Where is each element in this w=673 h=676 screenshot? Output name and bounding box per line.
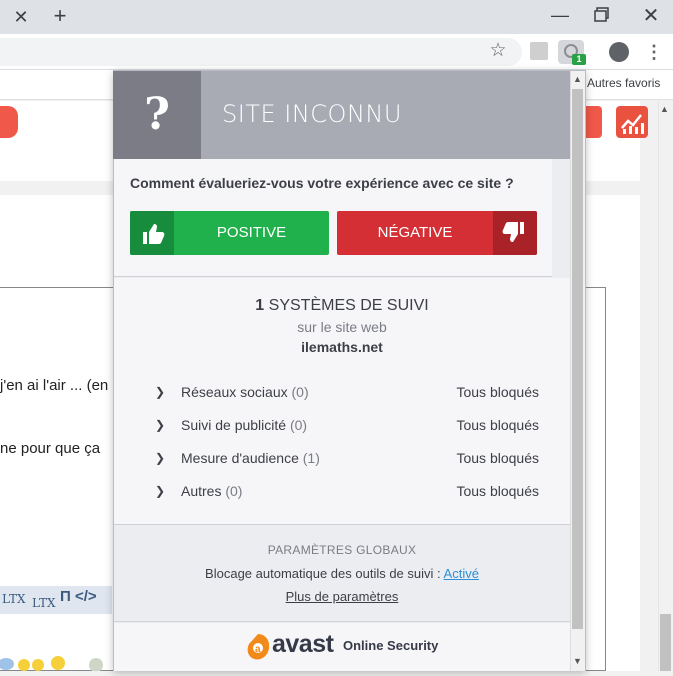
rating-question: Comment évalueriez-vous votre expérience… bbox=[130, 175, 514, 191]
latex-button[interactable]: LTX bbox=[2, 592, 26, 606]
latex-button[interactable]: LTX bbox=[32, 596, 56, 610]
thumbs-up-icon[interactable] bbox=[130, 211, 174, 255]
avast-product-name: Online Security bbox=[343, 638, 439, 653]
extension-badge: 1 bbox=[572, 54, 586, 65]
auto-block-line: Blocage automatique des outils de suivi … bbox=[205, 566, 479, 581]
restore-icon bbox=[594, 7, 609, 22]
address-bar[interactable] bbox=[0, 38, 522, 66]
tracker-row-social[interactable]: ❯ Réseaux sociaux (0) Tous bloqués bbox=[155, 380, 545, 404]
pdf-extension-icon[interactable] bbox=[530, 42, 548, 60]
chevron-right-icon[interactable]: ❯ bbox=[155, 479, 165, 503]
negative-button-label[interactable]: NÉGATIVE bbox=[337, 211, 493, 255]
tracker-status: Tous bloqués bbox=[456, 450, 539, 466]
page-chart-button[interactable] bbox=[616, 106, 648, 138]
tracking-subtitle: sur le site web bbox=[297, 319, 387, 335]
window-close-button[interactable]: ✕ bbox=[640, 3, 662, 27]
new-tab-button[interactable]: + bbox=[48, 5, 72, 29]
latex-button[interactable]: Π </> bbox=[60, 588, 97, 605]
svg-text:a: a bbox=[255, 644, 261, 655]
tab-close-icon[interactable]: ✕ bbox=[8, 6, 34, 28]
emoji-row bbox=[0, 650, 112, 672]
window-minimize-button[interactable]: — bbox=[548, 5, 572, 27]
bookmark-star-icon[interactable]: ☆ bbox=[487, 40, 509, 62]
chevron-right-icon[interactable]: ❯ bbox=[155, 446, 165, 470]
page-scrollbar[interactable] bbox=[658, 101, 673, 671]
scroll-up-arrow-icon[interactable]: ▲ bbox=[660, 104, 669, 114]
tracker-status: Tous bloqués bbox=[456, 483, 539, 499]
auto-block-toggle-link[interactable]: Activé bbox=[444, 566, 479, 581]
positive-button-label[interactable]: POSITIVE bbox=[174, 211, 329, 255]
tab-strip bbox=[0, 0, 673, 34]
page-text-line: j'en ai l'air ... (en bbox=[0, 377, 109, 394]
chart-icon bbox=[621, 114, 644, 134]
scroll-down-arrow-icon[interactable]: ▼ bbox=[573, 656, 582, 666]
scroll-up-arrow-icon[interactable]: ▲ bbox=[573, 74, 582, 84]
browser-menu-icon[interactable]: ⋮ bbox=[645, 40, 663, 64]
global-settings-title: PARAMÈTRES GLOBAUX bbox=[267, 543, 417, 557]
window-restore-button[interactable] bbox=[594, 7, 612, 23]
unknown-site-icon: ? bbox=[113, 71, 201, 159]
page-text-line: ne pour que ça bbox=[0, 440, 101, 457]
tracker-row-analytics[interactable]: ❯ Mesure d'audience (1) Tous bloqués bbox=[155, 446, 545, 470]
bookmark-other-folder[interactable]: Autres favoris bbox=[587, 76, 660, 90]
page-red-button[interactable] bbox=[0, 106, 18, 138]
tracker-row-ads[interactable]: ❯ Suivi de publicité (0) Tous bloqués bbox=[155, 413, 545, 437]
page-scroll-thumb[interactable] bbox=[660, 614, 671, 671]
tracker-status: Tous bloqués bbox=[456, 384, 539, 400]
tracking-count: 1 SYSTÈMES DE SUIVI bbox=[255, 297, 429, 314]
tracker-row-other[interactable]: ❯ Autres (0) Tous bloqués bbox=[155, 479, 545, 503]
chevron-right-icon[interactable]: ❯ bbox=[155, 413, 165, 437]
thumbs-down-icon[interactable] bbox=[493, 211, 537, 255]
chevron-right-icon[interactable]: ❯ bbox=[155, 380, 165, 404]
popup-scroll-thumb[interactable] bbox=[572, 89, 583, 629]
avast-logo-icon: a bbox=[245, 632, 271, 662]
popup-title: SITE INCONNU bbox=[222, 100, 402, 128]
popup-footer bbox=[114, 623, 570, 671]
profile-avatar-icon[interactable] bbox=[609, 42, 629, 62]
smileys-icon bbox=[0, 656, 103, 672]
tracker-status: Tous bloqués bbox=[456, 417, 539, 433]
avast-brand: avast bbox=[272, 630, 334, 658]
tracking-domain: ilemaths.net bbox=[301, 339, 383, 355]
more-settings-link[interactable]: Plus de paramètres bbox=[114, 589, 570, 604]
